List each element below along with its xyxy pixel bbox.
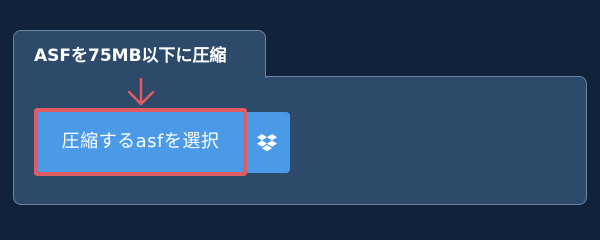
panel-tab: ASFを75MB以下に圧縮 (13, 30, 266, 78)
arrow-down-icon (127, 78, 155, 106)
select-file-label: 圧縮するasfを選択 (61, 131, 220, 152)
dropbox-button[interactable] (244, 112, 290, 173)
select-file-button[interactable]: 圧縮するasfを選択 (34, 108, 247, 176)
panel-title: ASFを75MB以下に圧縮 (34, 46, 227, 66)
dropbox-icon (257, 134, 277, 152)
